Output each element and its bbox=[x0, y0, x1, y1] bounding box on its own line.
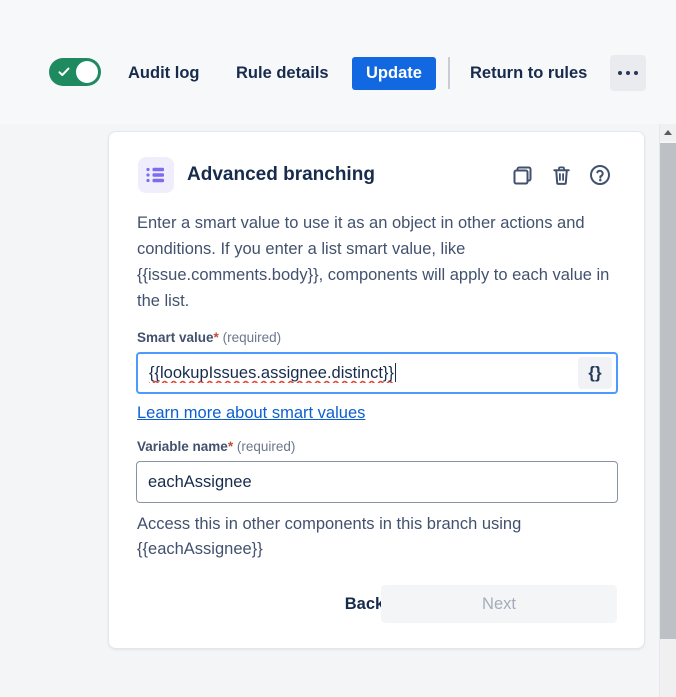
page-title: Advanced branching bbox=[187, 164, 375, 185]
required-asterisk: * bbox=[213, 330, 219, 345]
variable-name-label: Variable name* (required) bbox=[137, 439, 295, 454]
ellipsis-dot-icon bbox=[626, 71, 630, 75]
card-header: Advanced branching bbox=[109, 132, 644, 204]
duplicate-icon[interactable] bbox=[507, 160, 537, 190]
more-actions-button[interactable] bbox=[610, 55, 646, 91]
vertical-scrollbar[interactable] bbox=[659, 124, 676, 697]
smart-value-label-text: Smart value bbox=[137, 330, 214, 345]
toggle-knob bbox=[76, 61, 98, 83]
help-circle-icon[interactable] bbox=[585, 160, 615, 190]
scrollbar-thumb[interactable] bbox=[660, 143, 676, 639]
audit-log-button[interactable]: Audit log bbox=[128, 58, 199, 88]
rule-details-button[interactable]: Rule details bbox=[236, 58, 329, 88]
required-asterisk: * bbox=[227, 439, 234, 454]
variable-name-input[interactable]: eachAssignee bbox=[137, 473, 617, 492]
smart-value-field[interactable]: {{lookupIssues.assignee.distinct}} {} bbox=[136, 352, 618, 394]
scroll-up-arrow-icon[interactable] bbox=[660, 124, 676, 141]
next-button: Next bbox=[381, 585, 617, 623]
check-icon bbox=[58, 67, 70, 76]
learn-more-smart-values-link[interactable]: Learn more about smart values bbox=[137, 404, 365, 423]
smart-value-input[interactable]: {{lookupIssues.assignee.distinct}} bbox=[138, 363, 578, 383]
ellipsis-dot-icon bbox=[618, 71, 622, 75]
ellipsis-dot-icon bbox=[634, 71, 638, 75]
required-text: (required) bbox=[236, 439, 296, 454]
update-button[interactable]: Update bbox=[352, 57, 436, 90]
smart-value-input-value: {{lookupIssues.assignee.distinct}} bbox=[149, 364, 394, 382]
required-text: (required) bbox=[222, 330, 282, 345]
top-toolbar: Audit log Rule details Update Return to … bbox=[0, 0, 676, 124]
variable-name-label-text: Variable name bbox=[137, 439, 228, 454]
variable-name-help-text: Access this in other components in this … bbox=[137, 515, 522, 558]
variable-name-field[interactable]: eachAssignee bbox=[136, 461, 618, 503]
rule-enabled-toggle[interactable] bbox=[49, 58, 101, 86]
smart-value-label: Smart value* (required) bbox=[137, 330, 281, 345]
advanced-branching-card: Advanced branching Enter a smart value t… bbox=[108, 131, 645, 649]
trash-icon[interactable] bbox=[546, 160, 576, 190]
return-to-rules-button[interactable]: Return to rules bbox=[470, 58, 587, 88]
chevron-up-icon bbox=[664, 130, 672, 135]
smart-value-picker-button[interactable]: {} bbox=[578, 357, 612, 389]
scrollbar-track[interactable] bbox=[660, 639, 676, 697]
card-description: Enter a smart value to use it as an obje… bbox=[137, 214, 610, 310]
toolbar-divider bbox=[448, 57, 450, 89]
text-caret bbox=[394, 363, 396, 382]
bulleted-list-icon bbox=[138, 157, 174, 193]
